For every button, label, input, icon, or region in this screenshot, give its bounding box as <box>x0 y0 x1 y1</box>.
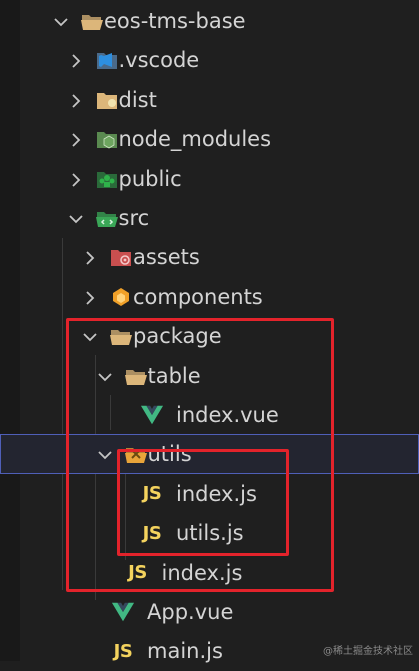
tree-item-label: src <box>118 206 150 230</box>
folder-open-icon <box>109 324 133 348</box>
chevron-down-icon[interactable] <box>52 12 70 30</box>
folder-row-dist[interactable]: dist <box>0 80 419 120</box>
chevron-right-icon[interactable] <box>67 170 85 188</box>
chevron-right-icon[interactable] <box>67 91 85 109</box>
assets-folder-icon <box>109 245 133 269</box>
tree-item-label: dist <box>118 87 157 112</box>
chevron-right-icon[interactable] <box>67 130 85 148</box>
node-modules-folder-icon <box>95 127 119 151</box>
public-folder-icon <box>95 167 119 191</box>
js-file-icon: JS <box>126 561 150 585</box>
js-badge-text: JS <box>128 562 147 584</box>
folder-open-icon <box>80 9 104 33</box>
components-folder-icon <box>109 285 133 309</box>
folder-row-vscode[interactable]: .vscode <box>0 40 419 80</box>
tree-item-label: index.js <box>161 560 243 585</box>
chevron-right-icon[interactable] <box>81 248 99 266</box>
src-folder-icon <box>95 206 119 230</box>
chevron-right-icon[interactable] <box>67 51 85 69</box>
dist-folder-icon <box>95 88 119 112</box>
utils-folder-icon <box>124 442 148 466</box>
tree-item-label: index.js <box>176 481 257 506</box>
tree-item-label: table <box>147 363 201 388</box>
folder-row-node-modules[interactable]: node_modules <box>0 119 419 159</box>
tree-item-label: utils.js <box>176 521 244 546</box>
file-row-utils-js[interactable]: JS utils.js <box>0 513 419 553</box>
js-badge-text: JS <box>142 483 162 505</box>
js-file-icon: JS <box>140 482 164 506</box>
tree-item-label: public <box>118 166 182 191</box>
tree-item-label: package <box>133 324 222 349</box>
folder-row-table[interactable]: table <box>0 356 419 396</box>
folder-row-components[interactable]: components <box>0 277 419 317</box>
tree-item-label: assets <box>133 245 200 270</box>
tree-item-label: components <box>133 284 263 309</box>
chevron-down-icon[interactable] <box>96 367 114 385</box>
js-file-icon: JS <box>111 639 135 663</box>
chevron-right-icon[interactable] <box>81 288 99 306</box>
chevron-down-icon[interactable] <box>67 209 85 227</box>
file-row-index-vue[interactable]: index.vue <box>0 395 419 435</box>
folder-open-icon <box>124 364 148 388</box>
file-row-index-js[interactable]: JS index.js <box>0 553 419 593</box>
tree-item-label: eos-tms-base <box>104 9 246 33</box>
folder-row-utils[interactable]: utils <box>0 434 419 475</box>
chevron-down-icon[interactable] <box>96 445 114 463</box>
js-badge-text: JS <box>142 522 162 544</box>
vue-file-icon <box>140 403 164 427</box>
vscode-folder-icon <box>95 48 119 72</box>
tree-item-label: node_modules <box>118 127 272 152</box>
file-row-app-vue[interactable]: App.vue <box>0 592 419 632</box>
folder-row-package[interactable]: package <box>0 316 419 356</box>
watermark: @稀土掘金技术社区 <box>323 646 413 657</box>
js-badge-text: JS <box>113 640 133 662</box>
js-file-icon: JS <box>140 521 164 545</box>
tree-item-label: .vscode <box>118 48 200 73</box>
folder-row-assets[interactable]: assets <box>0 237 419 277</box>
chevron-down-icon[interactable] <box>81 327 99 345</box>
tree-item-label: App.vue <box>147 600 234 624</box>
vue-file-icon <box>111 600 135 624</box>
file-row-index-js[interactable]: JS index.js <box>0 474 419 514</box>
tree-item-label: main.js <box>147 639 223 664</box>
tree-item-label: utils <box>147 442 192 467</box>
folder-row-public[interactable]: public <box>0 159 419 199</box>
folder-row-eos-tms-base[interactable]: eos-tms-base <box>0 1 419 41</box>
tree-item-label: index.vue <box>176 403 279 427</box>
folder-row-src[interactable]: src <box>0 198 419 238</box>
